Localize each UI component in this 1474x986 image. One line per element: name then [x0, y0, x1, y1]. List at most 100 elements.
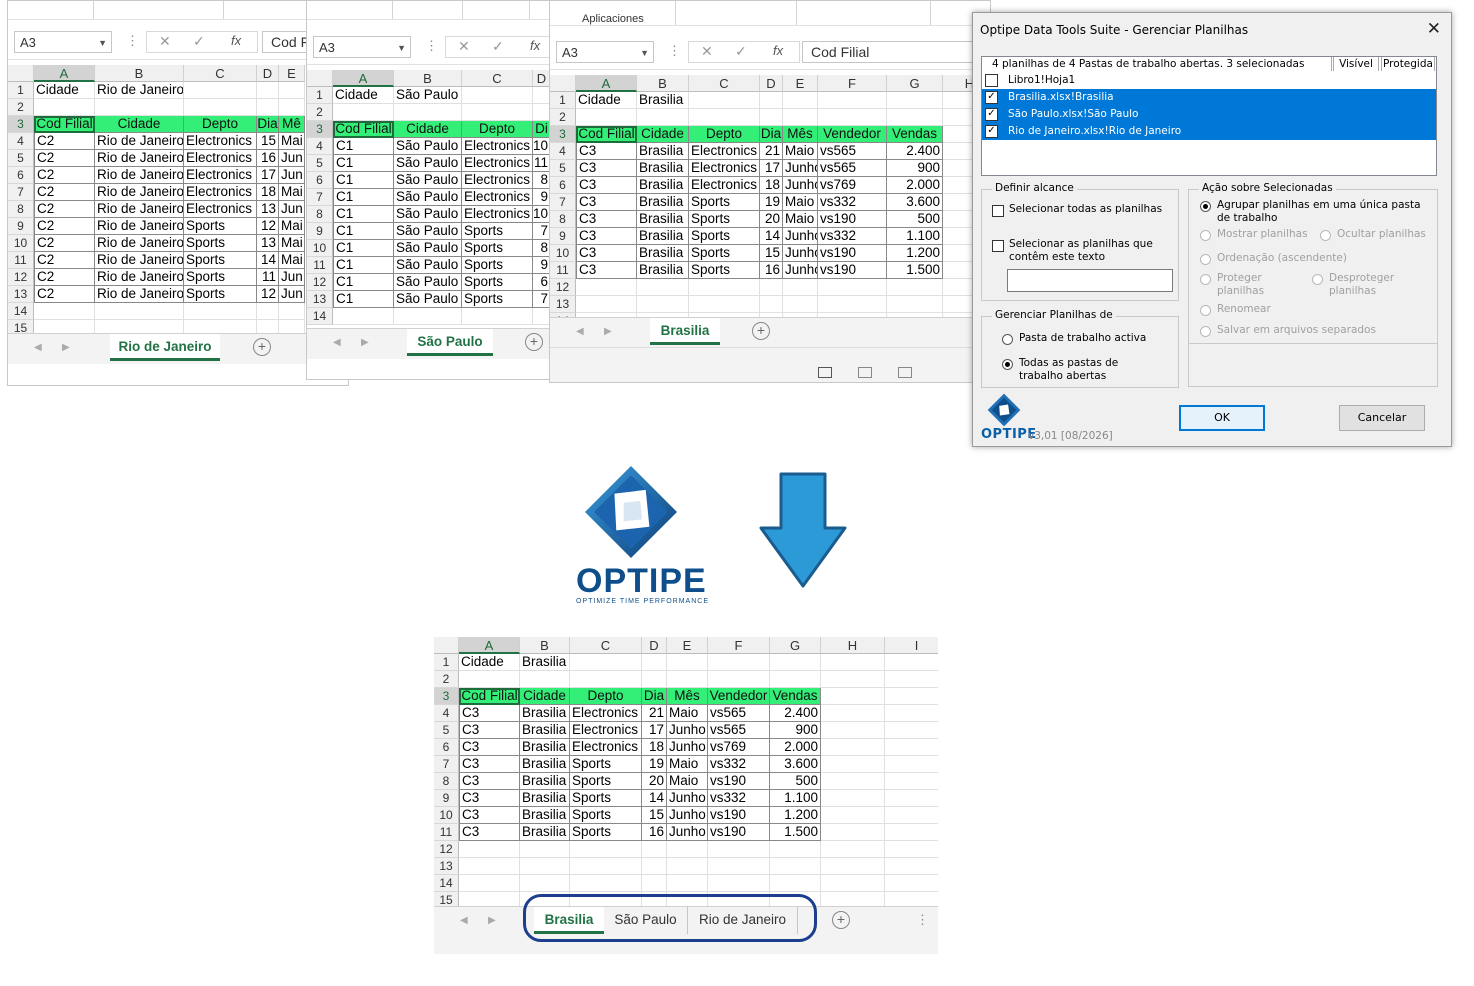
column-header[interactable]: E: [783, 75, 818, 92]
cell[interactable]: C2: [34, 269, 95, 286]
cell[interactable]: Cidade: [95, 116, 184, 133]
cell[interactable]: 21: [642, 705, 667, 722]
cell[interactable]: Cod Filial: [34, 116, 95, 133]
function-icon[interactable]: fx: [231, 33, 241, 48]
cell[interactable]: Jun: [279, 286, 305, 303]
tab-prev-icon[interactable]: ◀: [460, 915, 468, 926]
cell[interactable]: C2: [34, 184, 95, 201]
cell[interactable]: [885, 671, 938, 688]
cell[interactable]: [885, 722, 938, 739]
cell[interactable]: [885, 688, 938, 705]
cell[interactable]: Brasilia: [637, 245, 689, 262]
row-header[interactable]: 1: [434, 654, 459, 671]
row-header[interactable]: 1: [307, 87, 333, 104]
cell[interactable]: 1.100: [770, 790, 821, 807]
cell[interactable]: Brasilia: [637, 194, 689, 211]
cell[interactable]: 14: [257, 252, 279, 269]
cell[interactable]: [818, 92, 887, 109]
check-icon[interactable]: ✓: [492, 38, 504, 55]
row-header[interactable]: 13: [550, 296, 576, 313]
cell[interactable]: [462, 87, 533, 104]
cell[interactable]: Junho: [667, 807, 708, 824]
cell[interactable]: [95, 303, 184, 320]
cell[interactable]: Sports: [462, 291, 533, 308]
cell[interactable]: Electronics: [184, 167, 257, 184]
row-header[interactable]: 6: [434, 739, 459, 756]
cell[interactable]: [770, 654, 821, 671]
cell[interactable]: Mai: [279, 133, 305, 150]
cell[interactable]: [708, 671, 770, 688]
cell[interactable]: Maio: [783, 211, 818, 228]
row-header[interactable]: 13: [434, 858, 459, 875]
cell[interactable]: 19: [760, 194, 783, 211]
cell[interactable]: [667, 875, 708, 892]
cell[interactable]: [760, 109, 783, 126]
tab-next-icon[interactable]: ▶: [62, 342, 70, 353]
cell[interactable]: C3: [459, 790, 520, 807]
cell[interactable]: [637, 296, 689, 313]
cell[interactable]: Depto: [689, 126, 760, 143]
cell[interactable]: Vendas: [887, 126, 943, 143]
cell[interactable]: Junho: [783, 160, 818, 177]
check-icon[interactable]: ✓: [193, 33, 205, 50]
row-header[interactable]: 10: [434, 807, 459, 824]
cell[interactable]: Electronics: [462, 189, 533, 206]
row-header[interactable]: 14: [8, 303, 34, 320]
cell[interactable]: [821, 790, 885, 807]
cell[interactable]: Rio de Janeiro: [95, 269, 184, 286]
cell[interactable]: [821, 858, 885, 875]
chevron-down-icon[interactable]: ▼: [397, 37, 406, 59]
cell[interactable]: Electronics: [689, 177, 760, 194]
cell[interactable]: São Paulo: [394, 274, 462, 291]
cell[interactable]: Sports: [570, 756, 642, 773]
cell[interactable]: Cidade: [459, 654, 520, 671]
row-header[interactable]: 3: [307, 121, 333, 138]
row-header[interactable]: 4: [434, 705, 459, 722]
cell[interactable]: Depto: [570, 688, 642, 705]
cell[interactable]: [576, 279, 637, 296]
cell[interactable]: Electronics: [462, 138, 533, 155]
cell[interactable]: vs332: [818, 194, 887, 211]
cell[interactable]: C2: [34, 167, 95, 184]
cell[interactable]: Jun: [279, 269, 305, 286]
cell[interactable]: [760, 279, 783, 296]
cell[interactable]: [885, 790, 938, 807]
chevron-down-icon[interactable]: ▼: [98, 32, 107, 54]
cell[interactable]: 14: [642, 790, 667, 807]
cell[interactable]: C1: [333, 223, 394, 240]
row-header[interactable]: 9: [307, 223, 333, 240]
cell[interactable]: 1.200: [770, 807, 821, 824]
column-header[interactable]: D: [257, 65, 279, 82]
cell[interactable]: 16: [760, 262, 783, 279]
cell[interactable]: [760, 92, 783, 109]
row-header[interactable]: 7: [8, 184, 34, 201]
cell[interactable]: Cidade: [34, 82, 95, 99]
chevron-down-icon[interactable]: ▼: [640, 42, 649, 64]
row-header[interactable]: 6: [8, 167, 34, 184]
column-header[interactable]: D: [760, 75, 783, 92]
row-header[interactable]: 1: [550, 92, 576, 109]
cell[interactable]: Vendedor: [818, 126, 887, 143]
cell[interactable]: [770, 671, 821, 688]
cell[interactable]: C3: [459, 739, 520, 756]
row-header[interactable]: 6: [307, 172, 333, 189]
cell[interactable]: [821, 722, 885, 739]
row-header[interactable]: 4: [307, 138, 333, 155]
row-header[interactable]: 9: [434, 790, 459, 807]
tab-prev-icon[interactable]: ◀: [576, 326, 584, 337]
cell[interactable]: vs565: [708, 722, 770, 739]
cancel-icon[interactable]: ✕: [458, 38, 470, 55]
cell[interactable]: Junho: [783, 245, 818, 262]
cell[interactable]: Rio de Janeiro: [95, 133, 184, 150]
cell[interactable]: 15: [642, 807, 667, 824]
row-header[interactable]: 3: [8, 116, 34, 133]
cell[interactable]: Sports: [462, 274, 533, 291]
cell[interactable]: [667, 841, 708, 858]
column-header[interactable]: I: [885, 637, 938, 654]
row-header[interactable]: 8: [307, 206, 333, 223]
cell[interactable]: 16: [642, 824, 667, 841]
cell[interactable]: [642, 858, 667, 875]
item-checkbox[interactable]: ✓: [985, 108, 998, 121]
cell[interactable]: [333, 104, 394, 121]
cell[interactable]: Rio de Janeiro: [95, 150, 184, 167]
